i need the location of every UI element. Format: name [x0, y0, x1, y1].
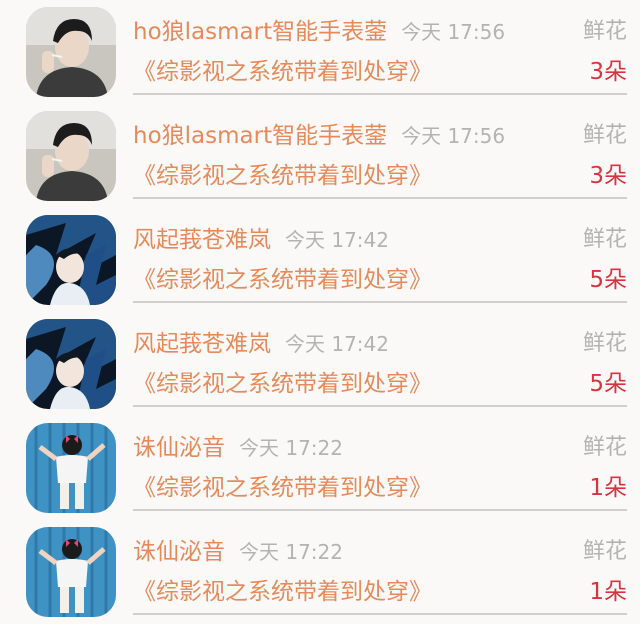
user-name[interactable]: ho狼lasmart智能手表蓥 今天 17:56: [133, 17, 505, 47]
list-item[interactable]: ho狼lasmart智能手表蓥 今天 17:56 鲜花 《综影视之系统带着到处穿》…: [0, 104, 640, 208]
book-title[interactable]: 《综影视之系统带着到处穿》: [133, 161, 432, 191]
avatar[interactable]: [26, 7, 116, 97]
user-name-text[interactable]: ho狼lasmart智能手表蓥: [133, 123, 387, 149]
gift-type-label: 鲜花: [582, 331, 627, 356]
user-name[interactable]: 风起莪苍难岚 今天 17:42: [133, 329, 389, 359]
girl-wall-avatar-icon: [26, 527, 116, 617]
book-title[interactable]: 《综影视之系统带着到处穿》: [133, 473, 432, 503]
book-title[interactable]: 《综影视之系统带着到处穿》: [133, 265, 432, 295]
flower-count: 5朵: [589, 371, 627, 397]
user-name[interactable]: ho狼lasmart智能手表蓥 今天 17:56: [133, 121, 505, 151]
list-item[interactable]: 风起莪苍难岚 今天 17:42 鲜花 《综影视之系统带着到处穿》 5朵: [0, 312, 640, 416]
divider: [133, 405, 627, 407]
gift-time: 今天 17:42: [285, 332, 389, 356]
gift-type-label: 鲜花: [582, 227, 627, 252]
flower-count: 5朵: [589, 267, 627, 293]
flower-count: 1朵: [589, 579, 627, 605]
flower-gift-list: ho狼lasmart智能手表蓥 今天 17:56 鲜花 《综影视之系统带着到处穿》…: [0, 0, 640, 618]
user-name-text[interactable]: ho狼lasmart智能手表蓥: [133, 19, 387, 45]
gift-time: 今天 17:22: [239, 436, 343, 460]
gift-time: 今天 17:56: [401, 124, 506, 148]
user-name-text[interactable]: 诛仙泌音: [133, 539, 225, 565]
divider: [133, 613, 627, 615]
flower-count: 3朵: [589, 59, 627, 85]
gift-time: 今天 17:22: [239, 540, 343, 564]
divider: [133, 301, 627, 303]
user-name[interactable]: 诛仙泌音 今天 17:22: [133, 433, 343, 463]
flower-count: 3朵: [589, 163, 627, 189]
divider: [133, 93, 627, 95]
avatar[interactable]: [26, 423, 116, 513]
boy-smoking-avatar-icon: [26, 111, 116, 201]
girl-wall-avatar-icon: [26, 423, 116, 513]
divider: [133, 197, 627, 199]
avatar[interactable]: [26, 111, 116, 201]
avatar[interactable]: [26, 215, 116, 305]
user-name[interactable]: 风起莪苍难岚 今天 17:42: [133, 225, 389, 255]
book-title[interactable]: 《综影视之系统带着到处穿》: [133, 577, 432, 607]
avatar[interactable]: [26, 527, 116, 617]
list-item[interactable]: 风起莪苍难岚 今天 17:42 鲜花 《综影视之系统带着到处穿》 5朵: [0, 208, 640, 312]
gift-time: 今天 17:42: [285, 228, 389, 252]
user-name[interactable]: 诛仙泌音 今天 17:22: [133, 537, 343, 567]
list-item[interactable]: 诛仙泌音 今天 17:22 鲜花 《综影视之系统带着到处穿》 1朵: [0, 416, 640, 520]
gift-type-label: 鲜花: [582, 539, 627, 564]
gift-time: 今天 17:56: [401, 20, 506, 44]
anime-blue-avatar-icon: [26, 215, 116, 305]
book-title[interactable]: 《综影视之系统带着到处穿》: [133, 57, 432, 87]
list-item[interactable]: 诛仙泌音 今天 17:22 鲜花 《综影视之系统带着到处穿》 1朵: [0, 520, 640, 624]
list-item[interactable]: ho狼lasmart智能手表蓥 今天 17:56 鲜花 《综影视之系统带着到处穿》…: [0, 0, 640, 104]
divider: [133, 509, 627, 511]
user-name-text[interactable]: 风起莪苍难岚: [133, 331, 271, 357]
boy-smoking-avatar-icon: [26, 7, 116, 97]
user-name-text[interactable]: 风起莪苍难岚: [133, 227, 271, 253]
gift-type-label: 鲜花: [582, 435, 627, 460]
gift-type-label: 鲜花: [582, 19, 627, 44]
user-name-text[interactable]: 诛仙泌音: [133, 435, 225, 461]
anime-blue-avatar-icon: [26, 319, 116, 409]
book-title[interactable]: 《综影视之系统带着到处穿》: [133, 369, 432, 399]
avatar[interactable]: [26, 319, 116, 409]
gift-type-label: 鲜花: [582, 123, 627, 148]
flower-count: 1朵: [589, 475, 627, 501]
